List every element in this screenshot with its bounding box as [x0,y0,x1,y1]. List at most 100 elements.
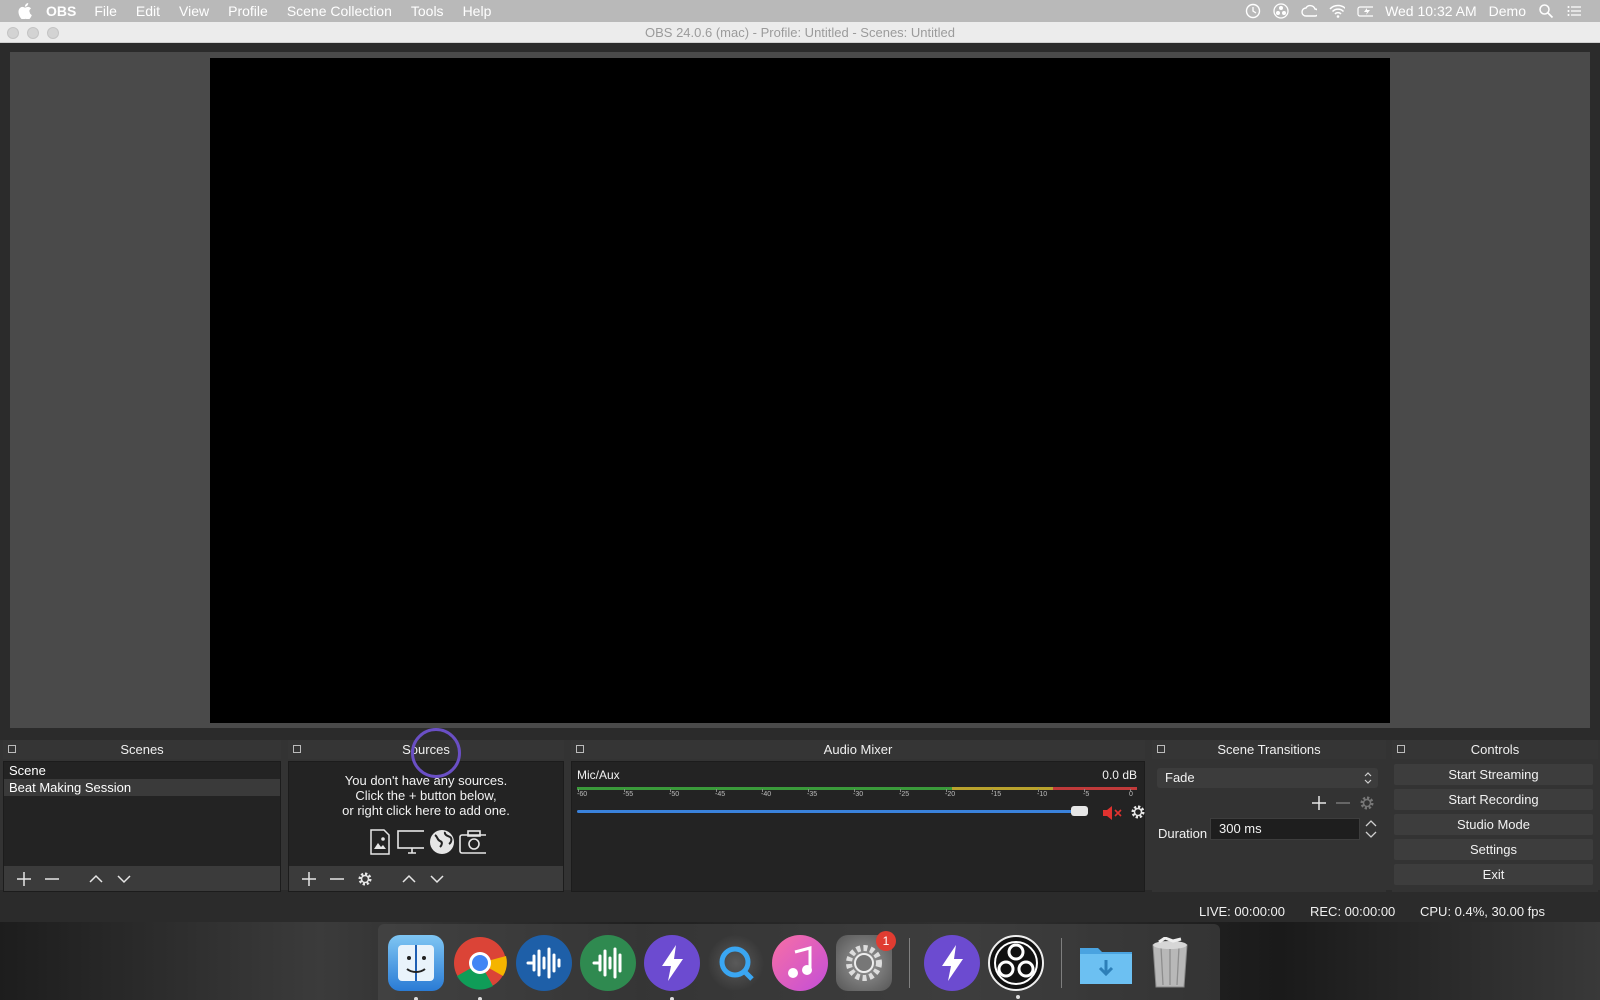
wifi-icon[interactable] [1329,3,1346,19]
audio-mixer-dock: Audio Mixer Mic/Aux 0.0 dB -60 -55 -50 -45-… [571,740,1145,892]
add-transition-button[interactable] [1310,794,1328,812]
running-indicator [1016,995,1020,999]
scenes-list[interactable]: Scene Beat Making Session [3,761,281,892]
finder-dock-icon[interactable] [388,935,444,1000]
menubar-user[interactable]: Demo [1489,3,1526,19]
chevron-up-icon [89,874,103,883]
zoom-window-button[interactable] [47,27,59,39]
transition-select[interactable]: Fade [1157,768,1378,788]
notification-badge: 1 [876,931,896,951]
spotlight-search-icon[interactable] [1538,3,1554,19]
remove-scene-button[interactable] [40,869,64,889]
volume-slider-handle[interactable] [1071,806,1088,816]
bolt-app-2-dock-icon[interactable] [924,935,980,991]
window-controls [7,27,59,39]
obs-tray-icon[interactable] [1273,3,1289,19]
preview-canvas[interactable] [210,58,1390,723]
duration-field[interactable]: 300 ms [1210,818,1360,840]
exit-button[interactable]: Exit [1394,864,1593,885]
move-source-up-button[interactable] [397,869,421,889]
scene-transitions-dock: Scene Transitions Fade Duration 300 ms [1152,740,1386,892]
bolt-app-dock-icon[interactable] [644,935,700,1000]
rec-timer: REC: 00:00:00 [1310,904,1396,919]
move-scene-down-button[interactable] [112,869,136,889]
meter-tick-label: -40 [761,789,772,798]
time-machine-icon[interactable] [1245,3,1261,19]
controls-title: Controls [1470,742,1520,757]
menu-obs[interactable]: OBS [46,3,76,19]
browser-source-globe-icon [428,828,455,855]
undock-icon[interactable] [1157,745,1165,753]
menu-scene-collection[interactable]: Scene Collection [287,3,392,19]
studio-mode-button[interactable]: Studio Mode [1394,814,1593,835]
gear-icon [1360,796,1374,810]
chevron-down-icon [430,874,444,883]
plus-icon [1312,796,1326,810]
meter-tick-label: -20 [945,789,956,798]
undock-icon[interactable] [8,745,16,753]
menu-profile[interactable]: Profile [228,3,268,19]
macos-dock: 1 [378,924,1220,1000]
meter-tick-label: 0 [1129,789,1133,798]
creative-cloud-icon[interactable] [1301,3,1318,19]
preview-area[interactable] [10,52,1590,728]
duration-label: Duration [1158,826,1208,841]
quicktime-dock-icon[interactable] [708,935,764,991]
menu-file[interactable]: File [94,3,117,19]
duration-stepper[interactable] [1364,818,1378,840]
source-properties-button[interactable] [353,869,377,889]
undock-icon[interactable] [576,745,584,753]
mixer-settings-gear-icon[interactable] [1130,804,1146,820]
start-streaming-button[interactable]: Start Streaming [1394,764,1593,785]
move-source-down-button[interactable] [425,869,449,889]
cpu-fps-readout: CPU: 0.4%, 30.00 fps [1420,904,1546,919]
scene-transitions-title: Scene Transitions [1217,742,1321,757]
undock-icon[interactable] [1397,745,1405,753]
sources-list[interactable]: You don't have any sources. Click the + … [288,761,564,892]
meter-tick-label: -60 [577,789,588,798]
remove-source-button[interactable] [325,869,349,889]
menubar-clock[interactable]: Wed 10:32 AM [1385,3,1477,19]
move-scene-up-button[interactable] [84,869,108,889]
scene-item-scene[interactable]: Scene [4,762,280,779]
scene-transitions-header: Scene Transitions [1152,740,1386,759]
system-preferences-dock-icon[interactable]: 1 [836,931,896,991]
volume-slider-track[interactable] [577,810,1085,813]
remove-transition-button[interactable] [1334,794,1352,812]
controls-body: Start Streaming Start Recording Studio M… [1392,761,1598,892]
obs-dock-icon[interactable] [988,935,1044,999]
scene-item-beat-making-session[interactable]: Beat Making Session [4,779,280,796]
audio-app-dock-icon[interactable] [516,935,572,991]
controls-dock: Controls Start Streaming Start Recording… [1392,740,1598,892]
battery-icon[interactable] [1357,3,1374,19]
downloads-folder-dock-icon[interactable] [1078,935,1134,991]
start-recording-button[interactable]: Start Recording [1394,789,1593,810]
trash-dock-icon[interactable] [1142,935,1198,991]
audio-app-green-dock-icon[interactable] [580,935,636,991]
meter-tick-label: -10 [1037,789,1048,798]
settings-button[interactable]: Settings [1394,839,1593,860]
close-window-button[interactable] [7,27,19,39]
chrome-dock-icon[interactable] [452,935,508,1000]
menu-edit[interactable]: Edit [136,3,160,19]
meter-tick-label: -45 [715,789,726,798]
apple-icon[interactable] [18,3,32,19]
menu-tools[interactable]: Tools [411,3,444,19]
minus-icon [330,877,344,880]
mute-toggle[interactable] [1102,805,1124,821]
menu-help[interactable]: Help [463,3,492,19]
itunes-dock-icon[interactable] [772,935,828,991]
add-scene-button[interactable] [12,869,36,889]
scenes-header: Scenes [3,740,281,759]
menu-view[interactable]: View [179,3,209,19]
image-source-icon [366,828,393,855]
sources-toolbar [289,866,563,891]
plus-icon [17,871,31,886]
transition-properties-button[interactable] [1358,794,1376,812]
controls-header: Controls [1392,740,1598,759]
scenes-title: Scenes [120,742,164,757]
notification-center-icon[interactable] [1566,3,1582,19]
undock-icon[interactable] [293,745,301,753]
minimize-window-button[interactable] [27,27,39,39]
add-source-button[interactable] [297,869,321,889]
